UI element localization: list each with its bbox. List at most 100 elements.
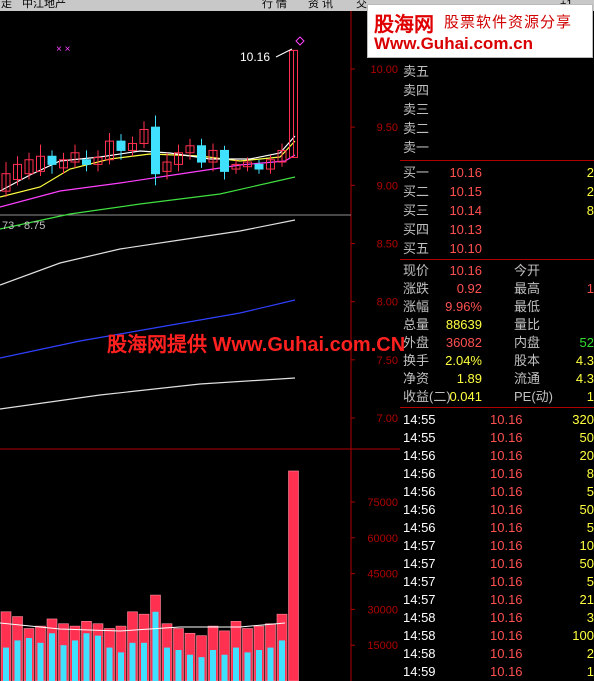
stat-label-2: 今开 bbox=[514, 263, 541, 278]
tick-volume: 50 bbox=[579, 502, 594, 517]
tick-price: 10.16 bbox=[490, 556, 523, 571]
tick-row: 14:55 10.16 320 bbox=[400, 410, 594, 429]
volume-bar-inner bbox=[267, 647, 274, 681]
tick-row: 14:56 10.16 5 bbox=[400, 482, 594, 501]
volume-bar-inner bbox=[152, 611, 159, 681]
volume-bar-inner bbox=[72, 640, 78, 681]
stat-label: 外盘 bbox=[403, 335, 430, 350]
tick-row: 14:55 10.16 50 bbox=[400, 428, 594, 447]
ma250-line bbox=[0, 377, 296, 410]
tick-time: 14:57 bbox=[403, 556, 436, 571]
price-tick-label: 9.50 bbox=[377, 122, 398, 134]
tick-volume: 5 bbox=[586, 574, 594, 589]
stat-value: 10.16 bbox=[449, 263, 482, 278]
volume-bar-inner bbox=[83, 633, 90, 681]
tick-volume: 3 bbox=[586, 610, 594, 625]
tick-row: 14:56 10.16 5 bbox=[400, 518, 594, 537]
buy-row[interactable]: 买五 10.10 bbox=[400, 239, 594, 258]
stats-divider bbox=[400, 259, 594, 260]
menu-item-quote[interactable]: 行 情 bbox=[262, 0, 287, 11]
sell-row: 卖二 bbox=[400, 119, 594, 138]
buy-label: 买二 bbox=[403, 184, 430, 199]
tick-time: 14:56 bbox=[403, 502, 436, 517]
volume-bar-inner bbox=[210, 649, 216, 681]
tick-price: 10.16 bbox=[490, 628, 523, 643]
tick-row: 14:56 10.16 50 bbox=[400, 500, 594, 519]
tick-time: 14:55 bbox=[403, 412, 436, 427]
stat-value-2: 1 bbox=[586, 389, 594, 404]
menu-item-first[interactable]: 走 bbox=[1, 0, 12, 11]
buy-label: 买三 bbox=[403, 203, 430, 218]
stat-label: 换手 bbox=[403, 353, 430, 368]
tick-time: 14:58 bbox=[403, 646, 436, 661]
tick-volume: 5 bbox=[586, 520, 594, 535]
tick-row: 14:57 10.16 21 bbox=[400, 590, 594, 609]
tick-row: 14:59 10.16 1 bbox=[400, 662, 594, 681]
buy-volume: 2 bbox=[586, 165, 594, 180]
price-tick-label: 10.00 bbox=[370, 64, 398, 76]
tick-row: 14:58 10.16 2 bbox=[400, 644, 594, 663]
stat-label-2: 股本 bbox=[514, 353, 541, 368]
stat-label: 现价 bbox=[403, 263, 430, 278]
buy-price: 10.14 bbox=[449, 203, 482, 218]
price-tick-label: 8.50 bbox=[377, 239, 398, 251]
buy-price: 10.16 bbox=[449, 165, 482, 180]
tick-volume: 21 bbox=[579, 592, 594, 607]
stat-value: 88639 bbox=[445, 317, 482, 332]
stat-label: 涨跌 bbox=[403, 281, 430, 296]
stat-value-2: 1 bbox=[586, 281, 594, 296]
stat-value: 2.04% bbox=[445, 353, 482, 368]
tick-price: 10.16 bbox=[490, 520, 523, 535]
buy-row[interactable]: 买一 10.16 2 bbox=[400, 163, 594, 182]
sell-row: 卖五 bbox=[400, 62, 594, 81]
volume-bar-inner bbox=[175, 649, 182, 681]
sell-row: 卖三 bbox=[400, 100, 594, 119]
stat-label: 净资 bbox=[403, 371, 430, 386]
buy-row[interactable]: 买四 10.13 bbox=[400, 220, 594, 239]
volume-tick-label: 75000 bbox=[367, 497, 398, 509]
volume-bar bbox=[288, 470, 299, 681]
site-logo: 股海网 股票软件资源分享 Www.Guhai.com.cn bbox=[367, 4, 593, 58]
ticks-divider bbox=[400, 407, 594, 408]
stat-row: 总量 88639 量比 bbox=[400, 315, 594, 334]
buy-price: 10.15 bbox=[449, 184, 482, 199]
tick-volume: 50 bbox=[579, 430, 594, 445]
stat-row: 收益(二) 0.041 PE(动) 1 bbox=[400, 387, 594, 406]
sell-label: 卖三 bbox=[403, 102, 430, 117]
volume-bar-inner bbox=[49, 633, 55, 681]
tick-volume: 100 bbox=[572, 628, 594, 643]
tick-time: 14:57 bbox=[403, 574, 436, 589]
stat-value-2: 4.3 bbox=[575, 353, 594, 368]
menu-item-news[interactable]: 资 讯 bbox=[308, 0, 333, 11]
candle-body bbox=[220, 149, 229, 172]
stat-row: 涨幅 9.96% 最低 bbox=[400, 297, 594, 316]
tick-row: 14:57 10.16 10 bbox=[400, 536, 594, 555]
tick-row: 14:58 10.16 3 bbox=[400, 608, 594, 627]
menu-item-trade[interactable]: 交 bbox=[356, 0, 367, 11]
stat-value: 0.041 bbox=[449, 389, 482, 404]
tick-volume: 2 bbox=[586, 646, 594, 661]
tick-row: 14:57 10.16 5 bbox=[400, 572, 594, 591]
volume-tick-label: 45000 bbox=[367, 569, 398, 581]
volume-bar-inner bbox=[60, 645, 67, 681]
stat-value: 1.89 bbox=[456, 371, 482, 386]
stat-value: 9.96% bbox=[445, 299, 482, 314]
stat-value: 36082 bbox=[445, 335, 482, 350]
tick-time: 14:56 bbox=[403, 466, 436, 481]
quote-panel: 卖五 卖四 卖三 卖二 卖一 买一 10.16 2 买二 10.15 2 买三 10.14 8 买四 10.1… bbox=[400, 58, 594, 681]
volume-bar-inner bbox=[198, 657, 205, 681]
buy-row[interactable]: 买二 10.15 2 bbox=[400, 182, 594, 201]
tick-volume: 10 bbox=[579, 538, 594, 553]
stat-row: 净资 1.89 流通 4.3 bbox=[400, 369, 594, 388]
volume-bar-inner bbox=[3, 647, 9, 681]
sell-row: 卖一 bbox=[400, 138, 594, 157]
tick-price: 10.16 bbox=[490, 574, 523, 589]
ma-label: 73 - 8.75 bbox=[2, 220, 45, 232]
buy-row[interactable]: 买三 10.14 8 bbox=[400, 201, 594, 220]
volume-bar-inner bbox=[244, 652, 251, 681]
volume-bar-inner bbox=[26, 638, 32, 681]
tick-price: 10.16 bbox=[490, 502, 523, 517]
stat-value-2: 4.3 bbox=[575, 371, 594, 386]
stat-label-2: 流通 bbox=[514, 371, 541, 386]
stat-value-2: 52 bbox=[579, 335, 594, 350]
